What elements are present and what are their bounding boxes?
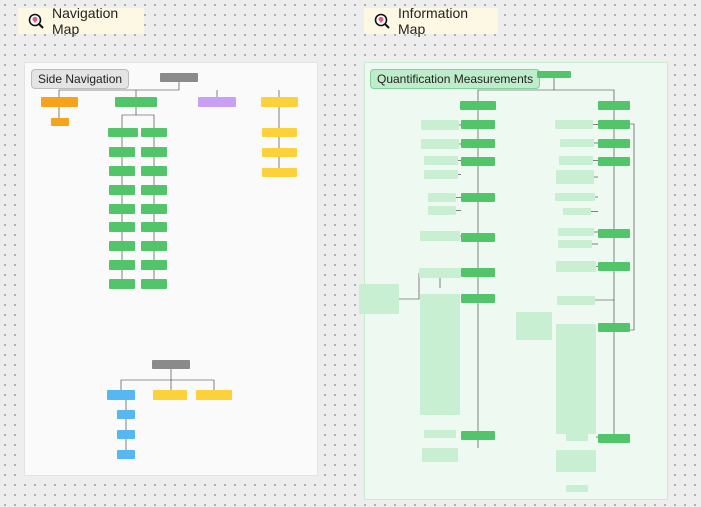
description-node — [420, 407, 460, 415]
orange-node — [41, 97, 78, 107]
description-node — [566, 485, 588, 492]
description-node — [419, 268, 461, 278]
spine-node — [461, 233, 495, 242]
blue-child-node — [117, 430, 135, 439]
description-node — [563, 208, 591, 215]
description-node — [558, 240, 592, 248]
green-col-b-node — [141, 204, 167, 214]
green-col-a-head — [108, 128, 138, 137]
connector-line — [630, 123, 635, 331]
green-col-b-node — [141, 166, 167, 176]
green-col-b-node — [141, 241, 167, 251]
description-node — [421, 139, 459, 149]
green-col-a-node — [109, 166, 135, 176]
green-col-a-node — [109, 204, 135, 214]
yellow-bottom-node — [196, 390, 232, 400]
connector-line — [58, 82, 180, 97]
description-block — [516, 312, 552, 340]
connector-line — [136, 114, 155, 128]
spine-node — [461, 431, 495, 440]
connector-line — [554, 89, 615, 101]
spine-node — [598, 139, 630, 148]
spine-node — [598, 120, 630, 129]
spine-node — [461, 157, 495, 166]
green-col-b-node — [141, 185, 167, 195]
yellow-child-node — [262, 128, 297, 137]
spine-node — [461, 268, 495, 277]
connector-line — [171, 379, 215, 390]
blue-child-node — [117, 410, 135, 419]
info-root-node — [537, 71, 571, 78]
green-col-a-node — [109, 185, 135, 195]
description-node — [424, 156, 458, 165]
description-node — [557, 296, 595, 305]
description-node — [421, 120, 459, 130]
description-node — [556, 450, 596, 472]
description-node — [424, 170, 458, 179]
description-node — [559, 156, 593, 165]
connector-line — [121, 107, 137, 128]
purple-node — [198, 97, 236, 107]
green-col-a-node — [109, 222, 135, 232]
spine-node — [461, 139, 495, 148]
description-node — [428, 206, 456, 215]
green-col-a-node — [109, 241, 135, 251]
green-col-b-node — [141, 147, 167, 157]
spine-node — [598, 434, 630, 443]
green-col-a-node — [109, 260, 135, 270]
spine-node — [598, 323, 630, 332]
long-description-block — [556, 324, 596, 434]
spine-node — [461, 120, 495, 129]
connector-line — [399, 273, 420, 300]
description-node — [420, 231, 460, 241]
spine-node — [461, 193, 495, 202]
green-node — [115, 97, 157, 107]
bottom-root-node — [152, 360, 190, 369]
diagram-canvas — [41, 71, 635, 492]
spine-node — [598, 262, 630, 271]
green-col-b-node — [141, 279, 167, 289]
blue-node — [107, 390, 135, 400]
connector-line — [477, 78, 555, 101]
green-col-a-node — [109, 147, 135, 157]
description-node — [560, 139, 594, 147]
root-node — [160, 73, 198, 82]
description-node — [426, 454, 454, 461]
description-block — [359, 284, 399, 314]
green-col-a-node — [109, 279, 135, 289]
branch-node — [598, 101, 630, 110]
green-col-b-node — [141, 260, 167, 270]
description-node — [555, 193, 595, 201]
green-col-b-head — [141, 128, 167, 137]
connector-line — [120, 369, 172, 390]
blue-child-node — [117, 450, 135, 459]
yellow-child-node — [262, 168, 297, 177]
branch-node — [460, 101, 496, 110]
spine-node — [598, 157, 630, 166]
description-node — [558, 228, 594, 236]
description-node — [556, 261, 596, 272]
description-node — [428, 193, 456, 202]
description-node — [424, 430, 456, 438]
description-node — [556, 170, 594, 184]
description-node — [566, 433, 588, 441]
yellow-child-node — [262, 148, 297, 157]
yellow-node — [261, 97, 298, 107]
spine-node — [461, 294, 495, 303]
spine-node — [598, 229, 630, 238]
long-description-block — [420, 294, 460, 414]
green-col-b-node — [141, 222, 167, 232]
orange-child-node — [51, 118, 69, 126]
description-node — [555, 120, 593, 129]
yellow-bottom-node — [153, 390, 187, 400]
